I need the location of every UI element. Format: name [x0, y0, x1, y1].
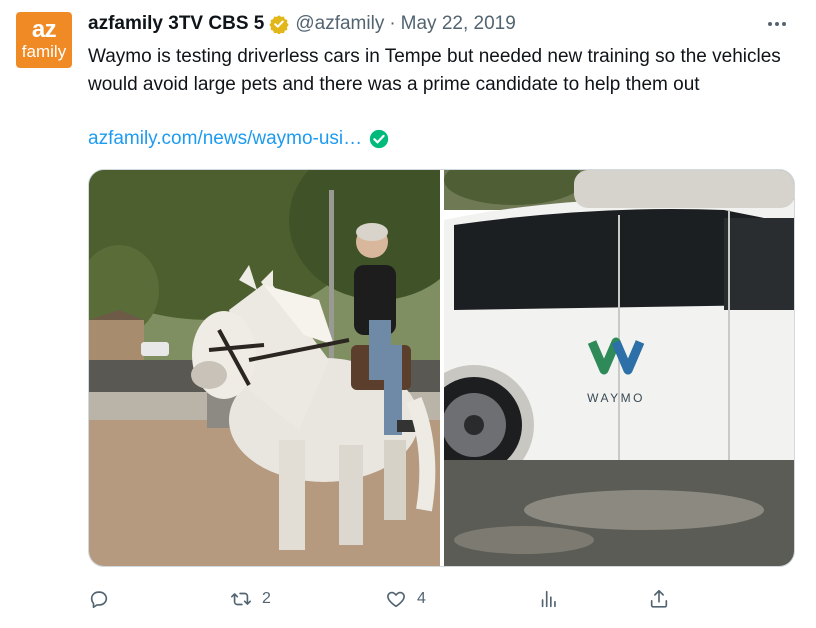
- tweet-link-row: azfamily.com/news/waymo-usi…: [88, 125, 390, 153]
- more-icon: [768, 22, 786, 26]
- avatar[interactable]: az family: [16, 12, 72, 68]
- author-handle[interactable]: @azfamily: [295, 13, 384, 35]
- horse-rider-image: [89, 170, 440, 566]
- share-icon: [650, 589, 668, 608]
- reply-button[interactable]: [88, 586, 120, 612]
- retweet-button[interactable]: 2: [230, 586, 271, 612]
- tweet-link[interactable]: azfamily.com/news/waymo-usi…: [88, 128, 362, 150]
- more-button[interactable]: [762, 14, 792, 34]
- share-button[interactable]: [648, 586, 670, 612]
- waymo-car-photo[interactable]: WAYMO: [443, 170, 794, 566]
- like-count: 4: [417, 590, 426, 607]
- like-icon: [387, 591, 405, 608]
- retweet-count: 2: [262, 590, 271, 607]
- retweet-icon: [231, 592, 251, 606]
- tweet-date[interactable]: May 22, 2019: [401, 13, 516, 35]
- tweet-header: azfamily 3TV CBS 5 @azfamily · May 22, 2…: [88, 12, 516, 36]
- like-button[interactable]: 4: [385, 586, 426, 612]
- avatar-text-bottom: family: [21, 42, 67, 61]
- tweet-text: Waymo is testing driverless cars in Temp…: [88, 46, 781, 95]
- action-bar: 2 4: [88, 586, 788, 612]
- gold-verified-icon: [269, 15, 290, 34]
- waymo-car-image: WAYMO: [443, 170, 794, 566]
- tweet: az family azfamily 3TV CBS 5 @azfamily ·…: [0, 0, 816, 628]
- author-name[interactable]: azfamily 3TV CBS 5: [88, 13, 264, 35]
- verified-link-icon: [369, 129, 389, 149]
- separator-dot: ·: [389, 13, 396, 34]
- media-grid: WAYMO: [88, 169, 795, 567]
- waymo-logo-text: WAYMO: [587, 391, 645, 405]
- views-icon: [541, 590, 556, 608]
- views-button[interactable]: [538, 586, 570, 612]
- reply-icon: [90, 591, 108, 609]
- avatar-text-top: az: [31, 16, 57, 43]
- horse-photo[interactable]: [89, 170, 440, 566]
